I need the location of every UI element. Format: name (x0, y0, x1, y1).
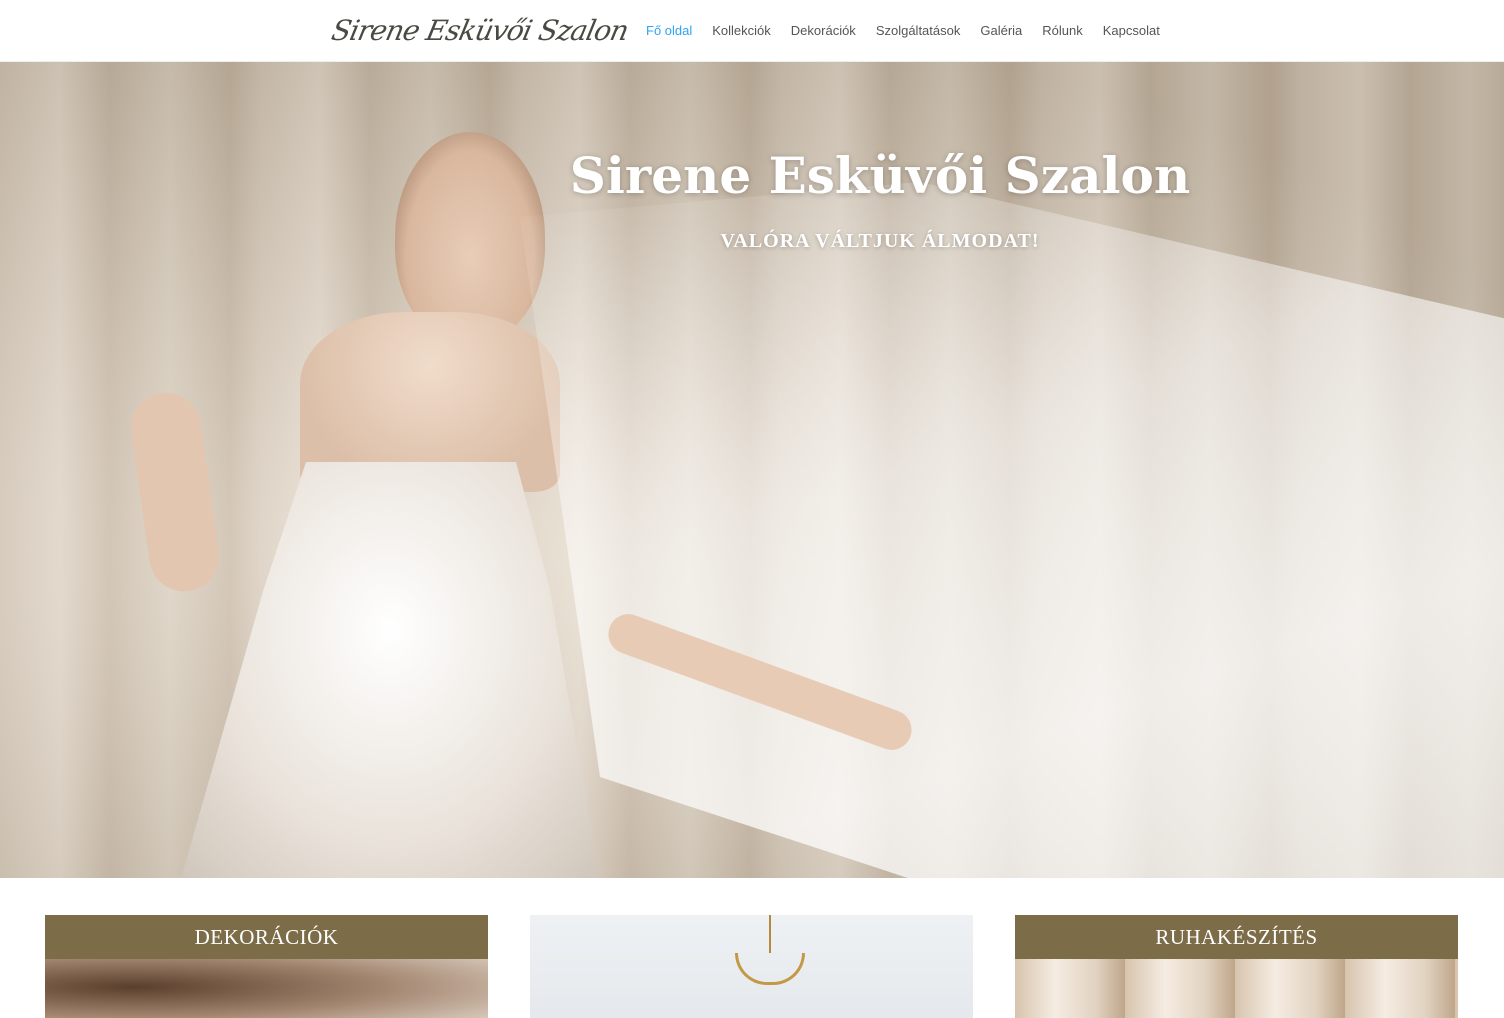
card-image-venue (530, 915, 973, 1018)
nav-item-fooldal[interactable]: Fő oldal (636, 0, 702, 62)
hero-title: Sirene Esküvői Szalon (569, 146, 1191, 205)
hero-subtitle: VALÓRA VÁLTJUK ÁLMODAT! (720, 230, 1040, 252)
nav-item-kollekciok[interactable]: Kollekciók (702, 0, 781, 62)
main-nav: Fő oldal Kollekciók Dekorációk Szolgálta… (636, 0, 1170, 62)
card-image-decorations (45, 959, 488, 1018)
card-title: RUHAKÉSZÍTÉS (1015, 915, 1458, 959)
nav-item-dekoraciok[interactable]: Dekorációk (781, 0, 866, 62)
bridal-veil (520, 182, 1504, 878)
nav-item-galeria[interactable]: Galéria (970, 0, 1032, 62)
card-title: DEKORÁCIÓK (45, 915, 488, 959)
nav-item-kapcsolat[interactable]: Kapcsolat (1093, 0, 1170, 62)
card-dekoraciok[interactable]: DEKORÁCIÓK (45, 915, 488, 1018)
site-header: Sirene Esküvői Szalon Fő oldal Kollekció… (0, 0, 1504, 62)
chandelier-icon (735, 915, 805, 1018)
nav-item-szolgaltatasok[interactable]: Szolgáltatások (866, 0, 971, 62)
bride-head (395, 132, 545, 342)
card-ruhakeszites[interactable]: RUHAKÉSZÍTÉS (1015, 915, 1458, 1018)
site-logo[interactable]: Sirene Esküvői Szalon (327, 9, 631, 53)
nav-item-rolunk[interactable]: Rólunk (1032, 0, 1092, 62)
card-image-dresses (1015, 959, 1458, 1018)
card-venue[interactable] (530, 915, 973, 1018)
hero-banner: Sirene Esküvői Szalon VALÓRA VÁLTJUK ÁLM… (0, 62, 1504, 878)
